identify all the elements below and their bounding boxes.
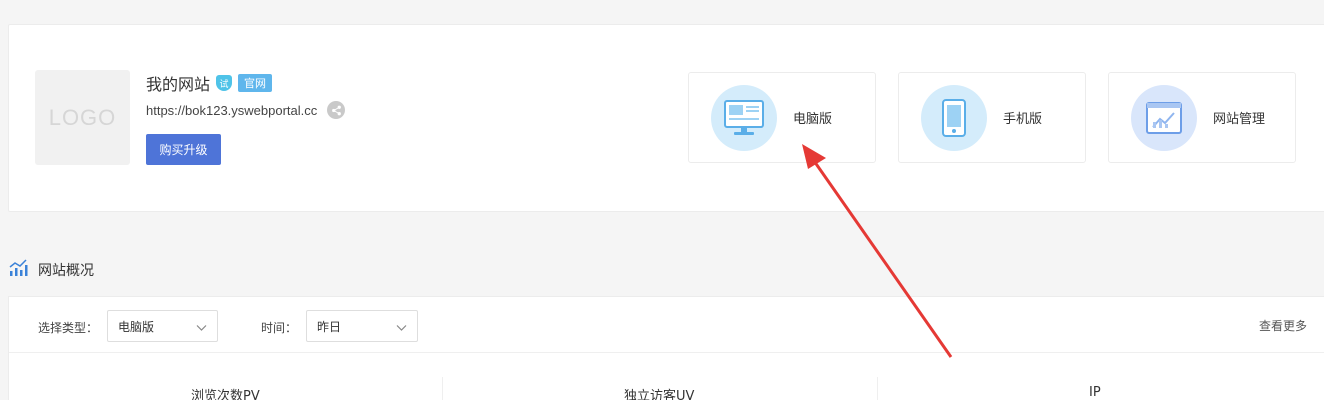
metric-pv-label: 浏览次数PV [191, 389, 260, 400]
metric-divider [442, 377, 443, 400]
metric-divider [877, 377, 878, 400]
metric-uv-label: 独立访客UV [624, 389, 695, 400]
logo-text: LOGO [48, 104, 117, 130]
type-select-value: 电脑版 [118, 319, 155, 334]
overview-card: 选择类型： 电脑版 时间： 昨日 浏览次数PV 独立访客UV IP [8, 296, 1324, 400]
metric-ip-label: IP [1089, 385, 1101, 400]
entry-desktop[interactable]: 电脑版 [688, 72, 876, 163]
site-manage-icon [1131, 84, 1197, 151]
entry-site-manage-label: 网站管理 [1213, 112, 1266, 127]
type-filter-label: 选择类型： [38, 321, 99, 335]
share-icon[interactable] [327, 101, 346, 119]
buy-upgrade-button[interactable]: 购买升级 [146, 134, 221, 165]
desktop-icon [711, 84, 777, 151]
time-select[interactable]: 昨日 [306, 310, 418, 342]
view-more-link[interactable]: 查看更多 [1259, 317, 1307, 334]
entry-mobile[interactable]: 手机版 [898, 72, 1086, 163]
mobile-icon [921, 84, 987, 151]
site-info-card: LOGO 我的网站 试 官网 https://bok123.yswebporta… [8, 24, 1324, 212]
entry-site-manage[interactable]: 网站管理 [1108, 72, 1296, 163]
entry-mobile-label: 手机版 [1003, 112, 1043, 127]
chevron-down-icon [196, 321, 207, 335]
site-name-row: 我的网站 试 官网 [146, 71, 273, 95]
site-url-row: https://bok123.yswebportal.cc [146, 101, 346, 119]
entry-desktop-label: 电脑版 [793, 112, 833, 127]
type-select[interactable]: 电脑版 [107, 310, 218, 342]
trial-badge: 试 [216, 75, 233, 91]
trend-chart-icon [9, 259, 28, 281]
filter-row: 选择类型： 电脑版 时间： 昨日 [9, 297, 1324, 353]
site-url[interactable]: https://bok123.yswebportal.cc [146, 103, 317, 118]
time-select-value: 昨日 [317, 319, 342, 334]
overview-title: 网站概况 [38, 263, 94, 279]
time-filter-label: 时间： [261, 321, 298, 335]
overview-section-title: 网站概况 [9, 259, 94, 281]
official-badge: 官网 [238, 74, 273, 92]
site-logo[interactable]: LOGO [35, 70, 130, 165]
chevron-down-icon [396, 321, 407, 335]
site-name: 我的网站 [146, 75, 211, 94]
